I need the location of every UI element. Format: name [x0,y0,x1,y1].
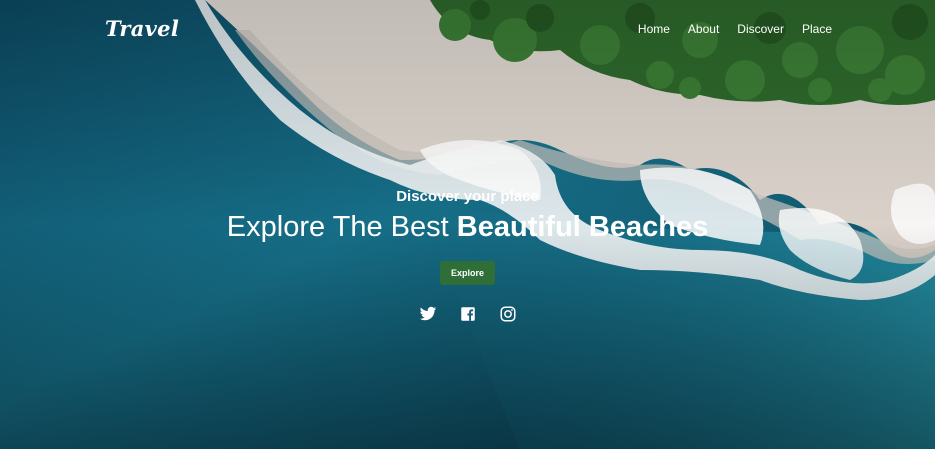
brand-logo[interactable]: Travel [105,16,179,41]
twitter-icon[interactable] [419,305,437,323]
nav-link-home[interactable]: Home [638,22,670,36]
social-links [0,305,935,323]
explore-button[interactable]: Explore [439,261,495,285]
hero-subtitle: Discover your place [396,188,539,205]
top-navigation: Travel Home About Discover Place [0,0,935,60]
nav-menu: Home About Discover Place [638,22,832,36]
facebook-icon[interactable] [459,305,477,323]
hero-section: Discover your place Explore The Best Bea… [0,188,935,323]
nav-link-place[interactable]: Place [802,22,832,36]
nav-link-about[interactable]: About [688,22,719,36]
hero-title-bold: Beautiful Beaches [456,211,709,243]
nav-link-discover[interactable]: Discover [737,22,784,36]
hero-title: Explore The Best Beautiful Beaches [0,209,935,245]
instagram-icon[interactable] [499,305,517,323]
hero-title-regular: Explore The Best [226,211,449,243]
